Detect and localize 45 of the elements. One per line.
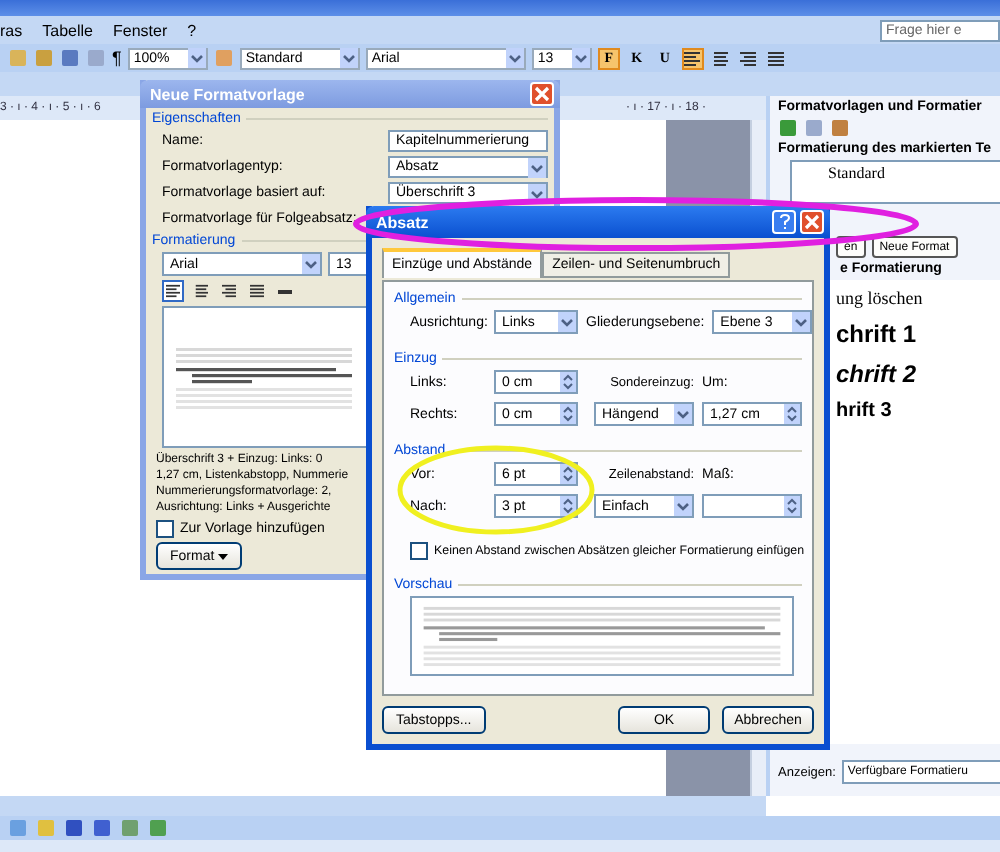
spinner-arrows-icon bbox=[784, 404, 800, 424]
align-button[interactable] bbox=[709, 47, 732, 69]
horizontal-scrollbar[interactable] bbox=[0, 796, 766, 816]
align-icon bbox=[222, 284, 236, 298]
align-button[interactable] bbox=[765, 47, 788, 69]
close-button[interactable] bbox=[530, 82, 554, 106]
spinner-arrows-icon bbox=[560, 372, 576, 392]
align-icon bbox=[740, 51, 757, 65]
menu-item[interactable]: ? bbox=[187, 21, 197, 39]
align-button[interactable] bbox=[218, 280, 240, 302]
menu-item[interactable]: ras bbox=[0, 21, 23, 39]
help-icon bbox=[779, 214, 789, 230]
align-button[interactable] bbox=[246, 280, 268, 302]
style-item[interactable]: chrift 2 bbox=[836, 360, 1000, 388]
style-item[interactable]: chrift 1 bbox=[836, 320, 1000, 348]
close-icon bbox=[534, 86, 550, 102]
style-item[interactable]: hrift 3 bbox=[836, 400, 1000, 422]
window-title: Absatz bbox=[376, 213, 431, 231]
checkbox[interactable] bbox=[156, 520, 174, 538]
align-icon bbox=[194, 284, 208, 298]
spinner-arrows-icon bbox=[560, 404, 576, 424]
checkbox[interactable] bbox=[410, 542, 428, 560]
spinner-arrows-icon bbox=[560, 464, 576, 484]
caret-icon bbox=[218, 553, 229, 559]
align-icon bbox=[166, 284, 180, 298]
current-style-box: Standard bbox=[790, 160, 1000, 204]
close-icon bbox=[804, 214, 820, 230]
align-icon bbox=[712, 51, 729, 65]
pilcrow-button[interactable]: ¶ bbox=[112, 48, 122, 68]
help-button[interactable] bbox=[772, 210, 796, 234]
style-item[interactable]: ung löschen bbox=[836, 288, 1000, 308]
align-button[interactable] bbox=[737, 47, 760, 69]
close-button[interactable] bbox=[800, 210, 824, 234]
align-icon bbox=[684, 51, 701, 65]
spinner-arrows-icon bbox=[560, 496, 576, 516]
align-button[interactable] bbox=[162, 280, 184, 302]
spinner-field[interactable] bbox=[702, 494, 802, 518]
align-icon bbox=[250, 284, 264, 298]
align-button[interactable] bbox=[190, 280, 212, 302]
align-button[interactable] bbox=[681, 47, 704, 69]
line-icon bbox=[278, 289, 292, 293]
align-icon bbox=[768, 51, 785, 65]
menu-item[interactable]: Fenster bbox=[112, 21, 168, 39]
spinner-arrows-icon bbox=[784, 496, 800, 516]
menu-item[interactable]: Tabelle bbox=[42, 21, 93, 39]
